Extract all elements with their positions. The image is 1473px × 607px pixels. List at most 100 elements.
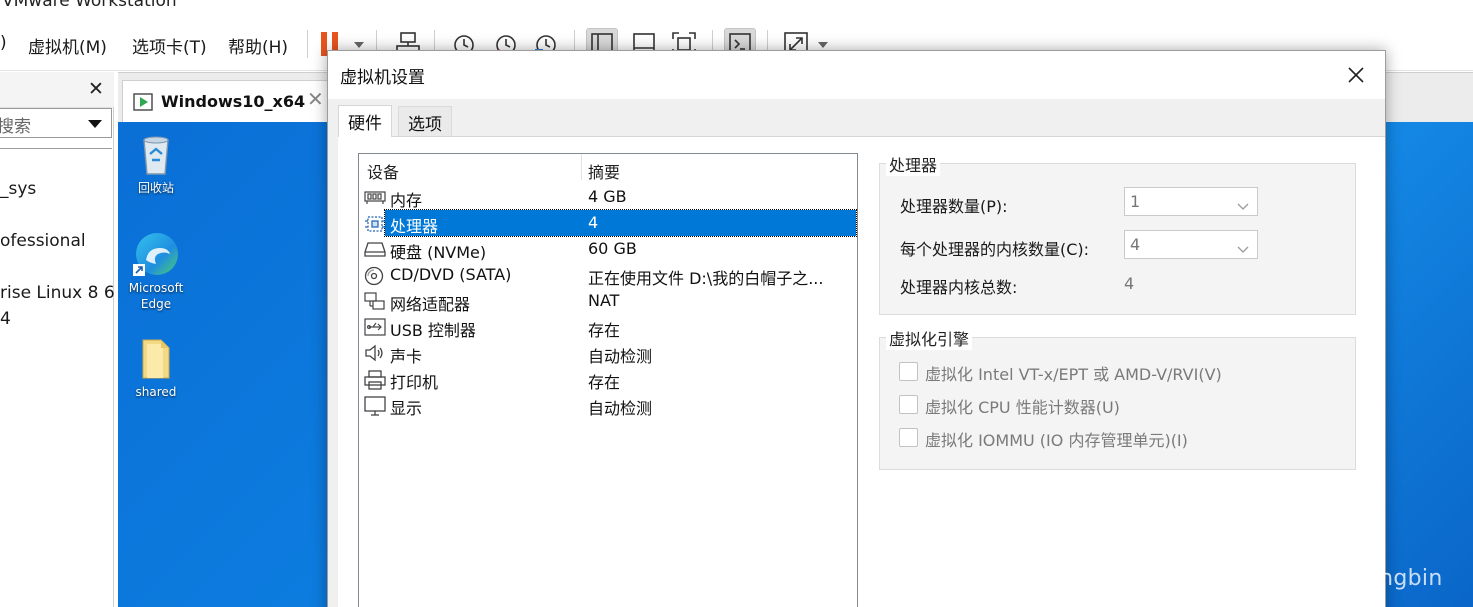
desktop-icon-label: shared (135, 385, 177, 399)
library-item[interactable]: 4 (0, 309, 11, 329)
stretch-dropdown-icon[interactable] (818, 42, 828, 48)
app-title: VMware Workstation (2, 0, 177, 11)
device-summary: 自动检测 (588, 399, 653, 418)
cdrom-icon (364, 266, 386, 286)
vm-tab-label: Windows10_x64 (161, 92, 306, 111)
device-list-header: 设备 摘要 (359, 154, 857, 183)
device-name: CD/DVD (SATA) (390, 265, 512, 284)
checkbox-label: 虚拟化 IOMMU (IO 内存管理单元)(I) (925, 431, 1188, 450)
device-name: 处理器 (390, 217, 439, 236)
vtx-checkbox[interactable] (899, 362, 918, 381)
menu-vm[interactable]: 虚拟机(M) (28, 33, 107, 58)
device-summary: NAT (588, 291, 620, 310)
desktop-icon-shared[interactable]: shared (116, 334, 196, 400)
vm-tab-windows10[interactable]: Windows10_x64 ✕ (122, 80, 334, 122)
device-row-network[interactable]: 网络适配器 NAT (359, 288, 857, 314)
library-search-input[interactable]: 搜索 (0, 108, 112, 138)
disk-icon (364, 240, 386, 258)
device-row-processor[interactable]: 处理器 4 (359, 209, 857, 237)
device-summary: 正在使用文件 D:\我的白帽子之... (588, 269, 824, 288)
group-title-virtualization: 虚拟化引擎 (886, 326, 973, 350)
network-icon (364, 292, 386, 310)
chevron-down-icon[interactable] (1237, 196, 1249, 215)
desktop-icon-label: Microsoft Edge (128, 281, 184, 311)
library-item[interactable]: _sys (0, 179, 36, 199)
search-placeholder: 搜索 (0, 117, 31, 137)
total-cores-value: 4 (1124, 274, 1135, 293)
column-header-device[interactable]: 设备 (367, 159, 399, 183)
device-name: 内存 (390, 191, 423, 210)
device-name: 声卡 (390, 347, 423, 366)
menu-partial[interactable]: ) (0, 33, 7, 53)
dialog-titlebar[interactable]: 虚拟机设置 (328, 51, 1385, 99)
dialog-title: 虚拟机设置 (340, 68, 425, 88)
device-row-sound[interactable]: 声卡 自动检测 (359, 340, 857, 366)
library-item[interactable]: ofessional (0, 231, 86, 251)
processor-icon (364, 214, 386, 232)
device-summary: 4 (588, 213, 599, 232)
tab-hardware[interactable]: 硬件 (338, 105, 392, 137)
printer-icon (364, 370, 386, 390)
memory-icon (364, 188, 386, 206)
device-summary: 存在 (588, 373, 621, 392)
pause-dropdown-icon[interactable] (354, 42, 364, 48)
chevron-down-icon[interactable] (88, 120, 102, 128)
device-summary: 存在 (588, 321, 621, 340)
desktop-icon-recycle-bin[interactable]: 回收站 (116, 130, 196, 196)
device-name: 打印机 (390, 373, 439, 392)
recycle-bin-icon (131, 130, 181, 180)
device-row-memory[interactable]: 内存 4 GB (359, 184, 857, 210)
processor-count-value: 1 (1130, 192, 1141, 211)
library-header: ✕ (0, 72, 114, 108)
device-name: USB 控制器 (390, 321, 476, 340)
device-row-disk[interactable]: 硬盘 (NVMe) 60 GB (359, 236, 857, 262)
device-row-cdrom[interactable]: CD/DVD (SATA) 正在使用文件 D:\我的白帽子之... (359, 262, 857, 288)
tab-options[interactable]: 选项 (398, 106, 452, 136)
edge-icon (131, 230, 181, 280)
device-summary: 60 GB (588, 239, 637, 258)
device-row-display[interactable]: 显示 自动检测 (359, 392, 857, 418)
watermark: CSDN @liangxiangbin (1197, 566, 1443, 591)
device-summary: 4 GB (588, 187, 627, 206)
desktop-icon-edge[interactable]: Microsoft Edge (116, 230, 196, 312)
column-divider[interactable] (581, 154, 582, 180)
device-name: 显示 (390, 399, 423, 418)
menu-help[interactable]: 帮助(H) (228, 33, 288, 58)
toolbar-separator (307, 30, 308, 58)
chevron-down-icon[interactable] (1237, 239, 1249, 258)
column-header-summary[interactable]: 摘要 (588, 159, 620, 183)
device-row-usb[interactable]: USB 控制器 存在 (359, 314, 857, 340)
cores-per-processor-select[interactable]: 4 (1124, 230, 1258, 259)
library-tree: _sys ofessional rise Linux 8 6 4 (0, 148, 115, 607)
virtualization-group: 虚拟化引擎 虚拟化 Intel VT-x/EPT 或 AMD-V/RVI(V) … (879, 326, 1356, 470)
checkbox-label: 虚拟化 CPU 性能计数器(U) (925, 398, 1120, 417)
desktop-icon-label: 回收站 (137, 181, 174, 195)
device-name: 硬盘 (NVMe) (390, 243, 487, 262)
processor-count-label: 处理器数量(P): (900, 197, 1008, 216)
cores-per-processor-label: 每个处理器的内核数量(C): (900, 240, 1090, 259)
perf-counters-checkbox[interactable] (899, 395, 918, 414)
close-icon[interactable] (1340, 59, 1372, 91)
device-row-printer[interactable]: 打印机 存在 (359, 366, 857, 392)
vm-settings-dialog: 虚拟机设置 硬件 选项 设备 摘要 内存 4 GB 处理器 4 硬盘 (NVMe… (327, 50, 1386, 607)
processor-count-select[interactable]: 1 (1124, 187, 1258, 216)
device-list[interactable]: 设备 摘要 内存 4 GB 处理器 4 硬盘 (NVMe) 60 GB CD/D… (358, 153, 858, 607)
vm-running-icon (133, 93, 153, 115)
sound-icon (364, 344, 386, 362)
iommu-checkbox[interactable] (899, 428, 918, 447)
device-summary: 自动检测 (588, 347, 653, 366)
cores-per-processor-value: 4 (1130, 235, 1141, 254)
total-cores-label: 处理器内核总数: (900, 278, 1018, 297)
library-panel: ✕ 搜索 _sys ofessional rise Linux 8 6 4 (0, 72, 115, 607)
display-icon (364, 396, 386, 416)
processor-group: 处理器 处理器数量(P): 1 每个处理器的内核数量(C): 4 处理器内核总数… (879, 152, 1356, 315)
device-name: 网络适配器 (390, 295, 471, 314)
group-title-processor: 处理器 (886, 152, 941, 176)
close-icon[interactable]: ✕ (88, 80, 104, 99)
checkbox-label: 虚拟化 Intel VT-x/EPT 或 AMD-V/RVI(V) (925, 365, 1222, 384)
menu-tabs[interactable]: 选项卡(T) (132, 33, 207, 58)
folder-icon (131, 334, 181, 384)
library-item[interactable]: rise Linux 8 6 (0, 283, 115, 303)
close-icon[interactable]: ✕ (307, 89, 324, 109)
usb-icon (364, 318, 386, 336)
